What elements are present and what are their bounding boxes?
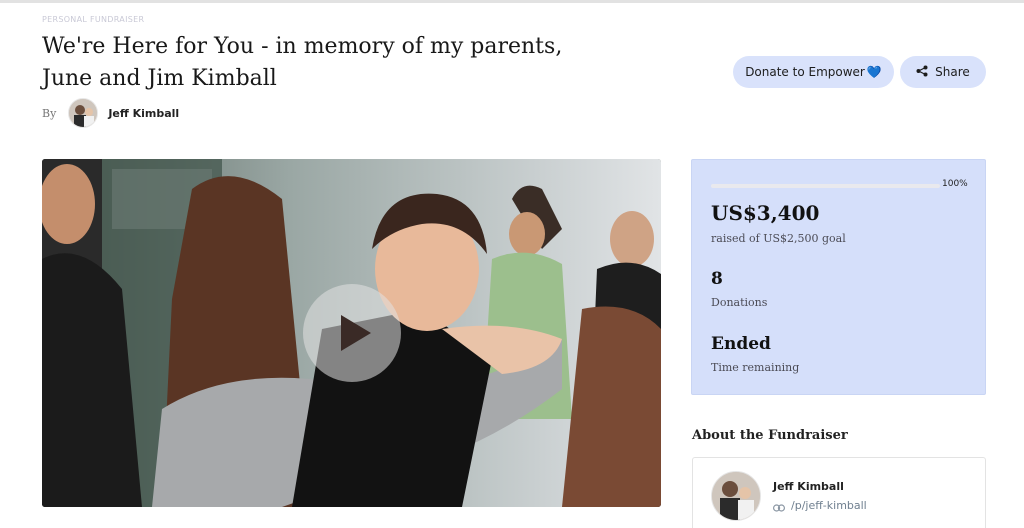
fundraiser-stats-panel: 100% US$3,400 raised of US$2,500 goal 8 … (691, 159, 986, 395)
owner-avatar[interactable] (711, 471, 761, 521)
play-icon (341, 315, 371, 351)
byline: By Jeff Kimball (42, 98, 179, 128)
share-icon (916, 65, 928, 80)
fundraiser-owner-card[interactable]: Jeff Kimball /p/jeff-kimball (692, 457, 986, 528)
status-value: Ended (711, 334, 771, 354)
about-heading: About the Fundraiser (692, 428, 848, 443)
by-label: By (42, 106, 57, 120)
top-divider (0, 0, 1024, 3)
play-button[interactable] (303, 284, 401, 382)
page-title-line-1: We're Here for You - in memory of my par… (42, 34, 563, 59)
progress-bar (711, 184, 940, 188)
owner-name[interactable]: Jeff Kimball (773, 480, 844, 493)
author-name[interactable]: Jeff Kimball (108, 107, 179, 120)
link-icon (773, 502, 786, 512)
donation-count-label: Donations (711, 296, 768, 309)
amount-raised: US$3,400 (711, 201, 820, 225)
donate-button[interactable]: Donate to Empower 💙 (733, 56, 894, 88)
share-button[interactable]: Share (900, 56, 986, 88)
fundraiser-video[interactable] (42, 159, 661, 507)
owner-profile-url: /p/jeff-kimball (791, 499, 867, 512)
progress-percent: 100% (942, 179, 968, 189)
owner-profile-link[interactable]: /p/jeff-kimball (773, 499, 867, 512)
author-avatar[interactable] (68, 98, 99, 128)
progress-bar-fill (711, 184, 940, 188)
page-title: We're Here for You - in memory of my par… (42, 31, 602, 95)
donation-count: 8 (711, 269, 723, 289)
donate-button-label: Donate to Empower (745, 65, 865, 79)
blue-heart-icon: 💙 (866, 65, 882, 79)
goal-text: raised of US$2,500 goal (711, 232, 846, 245)
share-button-label: Share (935, 65, 970, 79)
fundraiser-type-label: PERSONAL FUNDRAISER (42, 15, 145, 24)
status-label: Time remaining (711, 361, 800, 374)
page-title-line-2: June and Jim Kimball (42, 66, 277, 91)
